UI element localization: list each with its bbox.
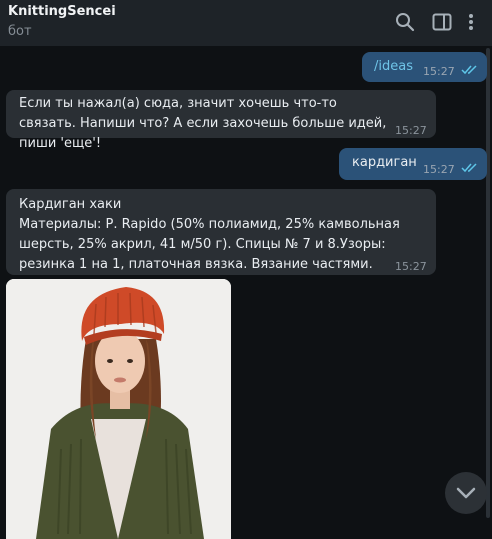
chat-header: KnittingSencei бот bbox=[0, 0, 492, 46]
message-incoming: Кардиган хаки Материалы: Р. Rapido (50% … bbox=[6, 189, 436, 275]
photo-knitted-cardigan bbox=[6, 279, 231, 539]
more-vertical-icon[interactable] bbox=[464, 11, 478, 33]
message-text: Кардиган хаки Материалы: Р. Rapido (50% … bbox=[19, 197, 400, 272]
sidebar-toggle-icon[interactable] bbox=[431, 11, 453, 33]
message-time: 15:27 bbox=[423, 163, 455, 176]
message-time: 15:27 bbox=[395, 260, 427, 273]
message-outgoing[interactable]: кардиган 15:27 bbox=[339, 148, 487, 180]
chat-title[interactable]: KnittingSencei bbox=[8, 4, 116, 19]
double-check-icon bbox=[461, 163, 477, 173]
message-time: 15:27 bbox=[423, 65, 455, 78]
chat-scrollbar[interactable] bbox=[486, 48, 490, 518]
message-outgoing[interactable]: /ideas 15:27 bbox=[362, 52, 487, 82]
message-time: 15:27 bbox=[395, 124, 427, 137]
message-text: кардиган bbox=[352, 155, 417, 170]
scroll-to-bottom-button[interactable] bbox=[445, 472, 487, 514]
chat-subtitle: бот bbox=[8, 24, 32, 39]
message-text[interactable]: /ideas bbox=[374, 57, 413, 77]
message-photo[interactable] bbox=[6, 279, 231, 539]
message-text: Если ты нажал(а) сюда, значит хочешь что… bbox=[19, 96, 391, 151]
message-incoming: Если ты нажал(а) сюда, значит хочешь что… bbox=[6, 90, 436, 151]
search-icon[interactable] bbox=[394, 11, 416, 33]
chevron-down-icon bbox=[456, 487, 476, 499]
double-check-icon bbox=[461, 65, 477, 75]
